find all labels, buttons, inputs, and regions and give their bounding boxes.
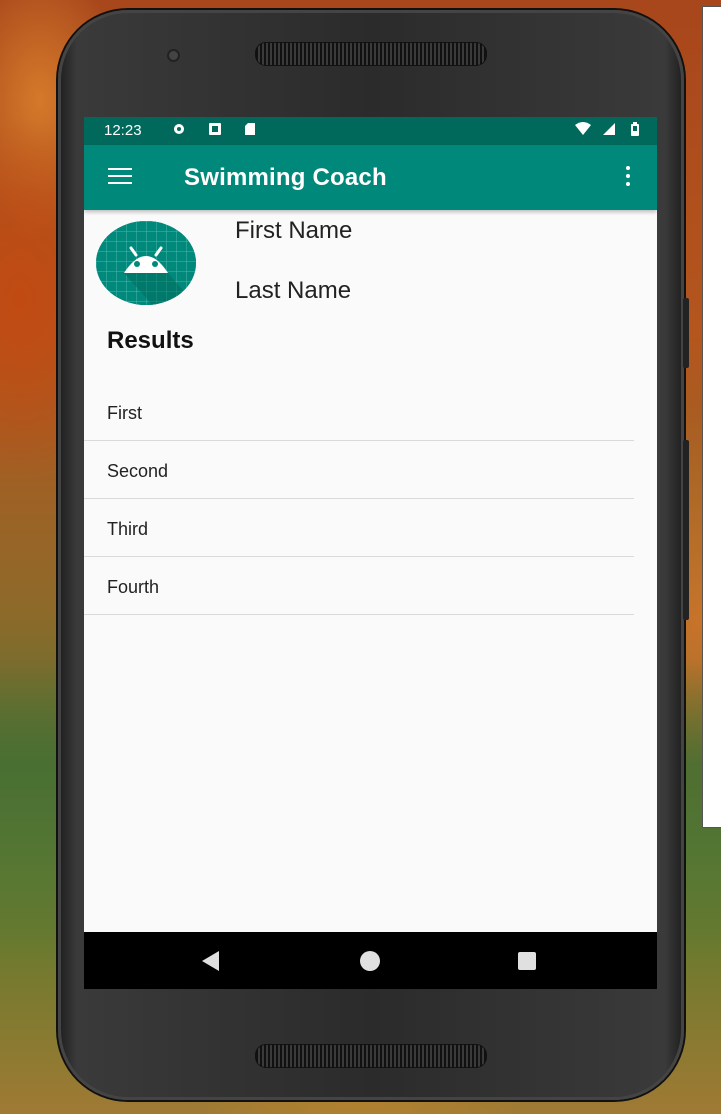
phone-power-button bbox=[683, 298, 689, 368]
bottom-speaker-grille bbox=[255, 1044, 487, 1068]
status-time: 12:23 bbox=[104, 122, 142, 139]
list-item-label: Fourth bbox=[107, 577, 160, 597]
status-right-icons bbox=[575, 121, 639, 137]
app-toolbar: Swimming Coach bbox=[84, 145, 657, 210]
list-item[interactable]: Third bbox=[84, 499, 634, 557]
status-bar: 12:23 bbox=[84, 117, 657, 145]
battery-icon bbox=[631, 122, 639, 136]
last-name-label: Last Name bbox=[235, 277, 352, 304]
avatar bbox=[96, 221, 196, 305]
front-camera bbox=[169, 51, 178, 60]
results-list: First Second Third Fourth bbox=[84, 383, 634, 615]
system-navigation-bar bbox=[84, 932, 657, 989]
gear-icon bbox=[174, 124, 184, 134]
list-item[interactable]: Fourth bbox=[84, 557, 634, 615]
first-name-label: First Name bbox=[235, 217, 353, 244]
signal-icon bbox=[603, 123, 616, 135]
home-circle-icon[interactable] bbox=[360, 951, 380, 971]
hamburger-menu-icon[interactable] bbox=[108, 168, 132, 186]
app-title: Swimming Coach bbox=[184, 164, 387, 191]
list-item-label: First bbox=[107, 403, 142, 423]
back-triangle-icon[interactable] bbox=[202, 951, 219, 971]
side-tool-panel bbox=[702, 6, 721, 828]
status-left-icons bbox=[172, 121, 256, 137]
sd-card-icon bbox=[244, 123, 255, 135]
list-item[interactable]: First bbox=[84, 383, 634, 441]
wifi-icon bbox=[575, 122, 592, 135]
top-speaker-grille bbox=[255, 42, 487, 66]
list-item-label: Third bbox=[107, 519, 149, 539]
phone-screen: 12:23 Swimming Coach First Name Last Nam… bbox=[84, 117, 657, 989]
results-heading: Results bbox=[107, 327, 194, 354]
list-item[interactable]: Second bbox=[84, 441, 634, 499]
notification-a-icon bbox=[208, 123, 221, 135]
recents-square-icon[interactable] bbox=[518, 952, 536, 970]
android-robot-icon bbox=[96, 221, 196, 305]
phone-volume-button bbox=[683, 440, 689, 620]
list-item-label: Second bbox=[107, 461, 169, 481]
vertical-dots-icon[interactable] bbox=[626, 166, 632, 188]
